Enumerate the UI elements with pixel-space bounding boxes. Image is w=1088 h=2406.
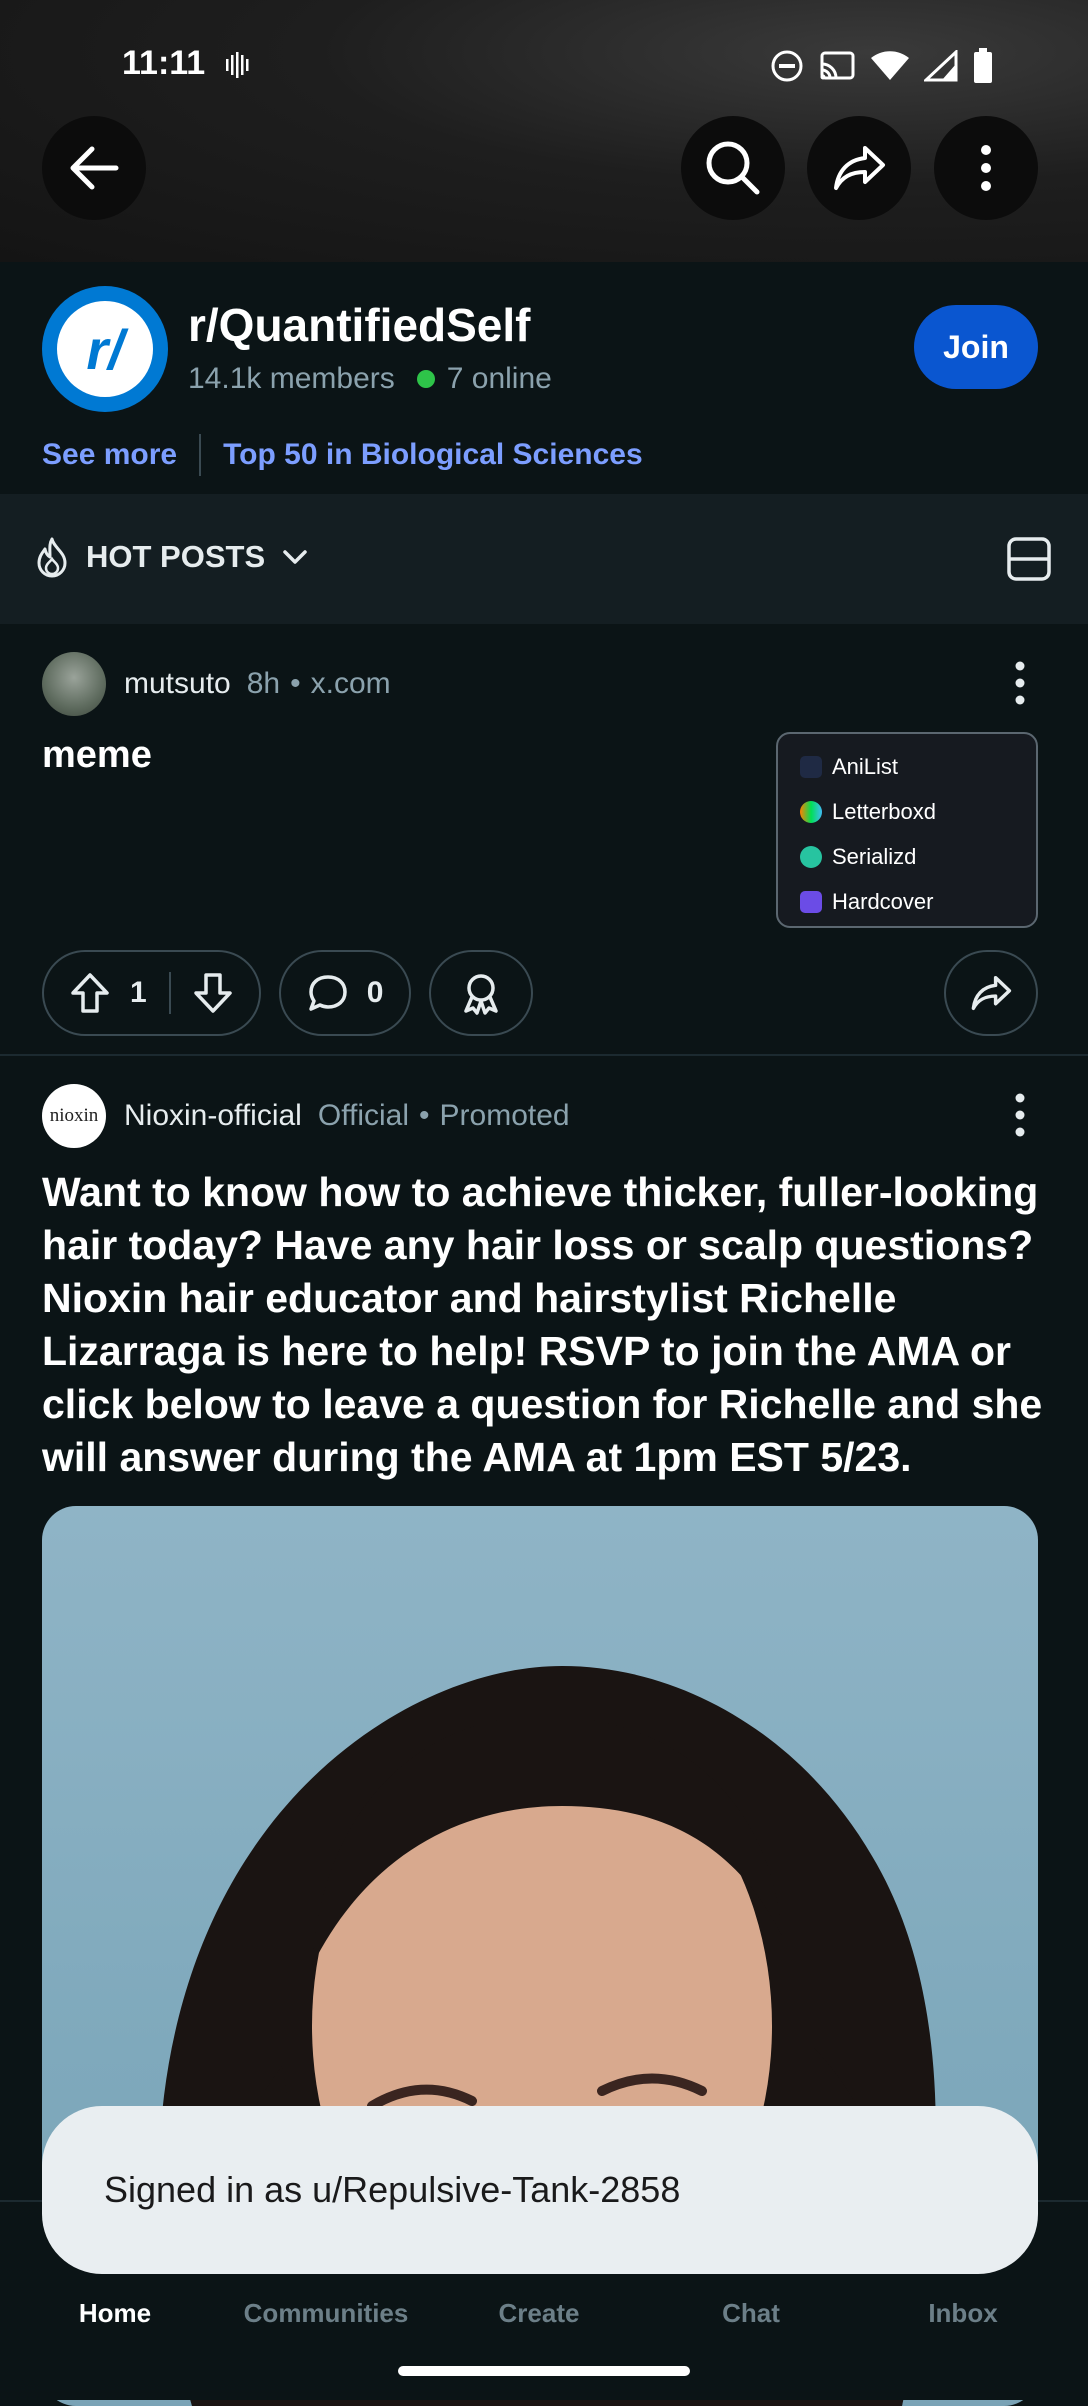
sort-bar: HOT POSTS <box>0 494 1088 624</box>
battery-icon <box>974 48 992 83</box>
official-flair: Official <box>317 1099 410 1132</box>
post-title[interactable]: Want to know how to achieve thicker, ful… <box>42 1166 1052 1484</box>
post-menu-icon[interactable] <box>1012 1092 1028 1138</box>
nav-inbox[interactable]: Inbox <box>878 2298 1048 2329</box>
community-meta: 14.1k members 7 online <box>188 362 552 396</box>
post-author-row: nioxin Nioxin-official Official • Promot… <box>42 1084 570 1148</box>
flame-icon <box>37 537 67 578</box>
award-button[interactable] <box>429 950 534 1036</box>
search-icon <box>706 141 760 195</box>
promoted-label: Promoted <box>439 1099 570 1132</box>
bullet-separator: • <box>290 667 301 700</box>
upvote-count: 1 <box>130 976 147 1009</box>
view-layout-icon[interactable] <box>1006 536 1052 582</box>
cast-icon <box>820 51 855 80</box>
gesture-home-bar[interactable] <box>398 2366 690 2376</box>
community-header: r/ r/QuantifiedSelf 14.1k members 7 onli… <box>0 262 1088 494</box>
community-avatar[interactable]: r/ <box>42 286 168 412</box>
sort-label: HOT POSTS <box>86 539 266 574</box>
letterboxd-icon <box>800 800 822 823</box>
hardcover-icon <box>800 890 822 913</box>
divider <box>199 434 202 476</box>
share-community-button[interactable] <box>807 116 911 220</box>
post-actions: 1 0 <box>42 950 534 1036</box>
back-arrow-icon <box>70 146 119 190</box>
online-dot-icon <box>416 370 435 388</box>
join-button[interactable]: Join <box>914 305 1038 389</box>
nav-communities[interactable]: Communities <box>241 2298 411 2329</box>
nav-create[interactable]: Create <box>454 2298 624 2329</box>
nav-home[interactable]: Home <box>30 2298 200 2329</box>
overflow-menu-button[interactable] <box>934 116 1038 220</box>
nav-chat[interactable]: Chat <box>666 2298 836 2329</box>
serializd-icon <box>800 845 822 868</box>
list-item: Serializd <box>800 834 1014 879</box>
wifi-icon <box>871 51 909 80</box>
ranking-link[interactable]: Top 50 in Biological Sciences <box>223 438 643 472</box>
kebab-icon <box>981 145 991 191</box>
member-count: 14.1k members <box>188 362 395 395</box>
avatar[interactable] <box>42 652 106 716</box>
author-name[interactable]: Nioxin-official <box>124 1099 302 1133</box>
vote-pill: 1 <box>42 950 261 1036</box>
post-author-row: mutsuto 8h • x.com <box>42 652 391 716</box>
post-thumbnail[interactable]: AniList Letterboxd Serializd Hardcover <box>776 732 1038 928</box>
comments-button[interactable]: 0 <box>278 950 412 1036</box>
post-card[interactable]: mutsuto 8h • x.com meme AniList Letterbo… <box>0 624 1088 1056</box>
post-menu-icon[interactable] <box>1012 660 1028 706</box>
comment-icon <box>308 975 347 1011</box>
comment-count: 0 <box>366 976 384 1009</box>
signal-icon <box>924 50 958 82</box>
community-avatar-glyph: r/ <box>57 301 153 397</box>
share-icon <box>834 146 885 190</box>
award-icon <box>464 974 499 1015</box>
bullet-separator: • <box>419 1099 430 1132</box>
post-age: 8h <box>246 667 281 700</box>
sort-dropdown[interactable]: HOT POSTS <box>34 536 309 578</box>
toast-text: Signed in as u/Repulsive-Tank-2858 <box>104 2169 681 2210</box>
author-name[interactable]: mutsuto <box>124 667 231 701</box>
divider <box>168 972 171 1014</box>
chevron-down-icon <box>283 550 307 564</box>
list-item: Hardcover <box>800 879 1014 924</box>
online-count: 7 online <box>446 362 552 395</box>
list-item: AniList <box>800 744 1014 789</box>
avatar[interactable]: nioxin <box>42 1084 106 1148</box>
list-item: Letterboxd <box>800 789 1014 834</box>
community-name[interactable]: r/QuantifiedSelf <box>188 298 530 352</box>
see-more-link[interactable]: See more <box>42 438 177 472</box>
upvote-icon[interactable] <box>70 972 110 1014</box>
dnd-icon <box>771 50 803 82</box>
post-title[interactable]: meme <box>42 734 152 777</box>
community-links: See more Top 50 in Biological Sciences <box>42 434 643 476</box>
post-domain[interactable]: x.com <box>311 667 391 701</box>
status-bar: 11:11 <box>0 0 1088 130</box>
vibrate-icon <box>226 52 249 78</box>
share-icon <box>971 975 1012 1011</box>
signed-in-toast: Signed in as u/Repulsive-Tank-2858 <box>42 2106 1038 2274</box>
downvote-icon[interactable] <box>193 972 233 1014</box>
post-share-button[interactable] <box>944 950 1038 1036</box>
back-button[interactable] <box>42 116 146 220</box>
search-button[interactable] <box>681 116 785 220</box>
anilist-icon <box>800 755 822 778</box>
status-time: 11:11 <box>122 44 206 82</box>
